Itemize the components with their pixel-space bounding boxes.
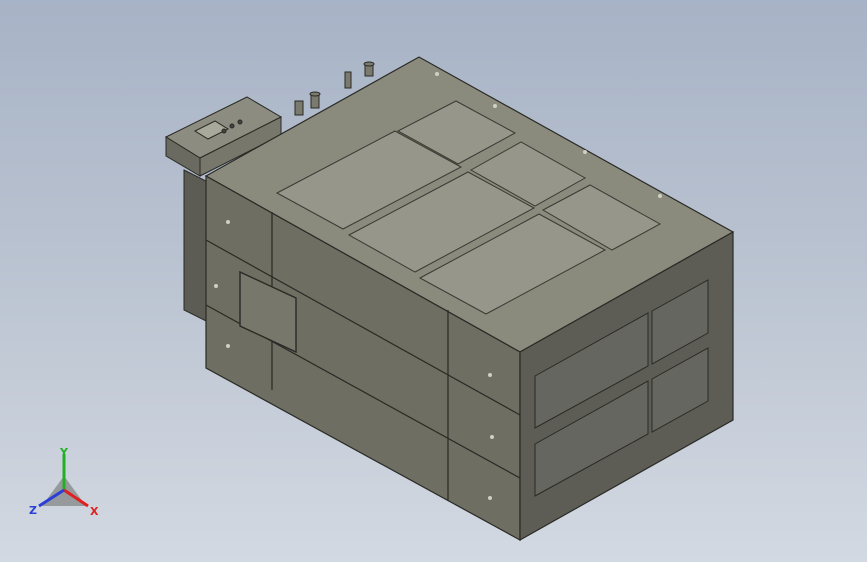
x-axis-label: X	[90, 505, 99, 518]
y-axis-label: Y	[59, 446, 69, 459]
left-side-panel	[183, 169, 209, 323]
graphics-viewport[interactable]: Y X Z	[0, 0, 867, 562]
enclosure-3d-model[interactable]	[0, 0, 867, 562]
orientation-triad: Y X Z	[29, 446, 99, 518]
z-axis-label: Z	[29, 504, 37, 517]
